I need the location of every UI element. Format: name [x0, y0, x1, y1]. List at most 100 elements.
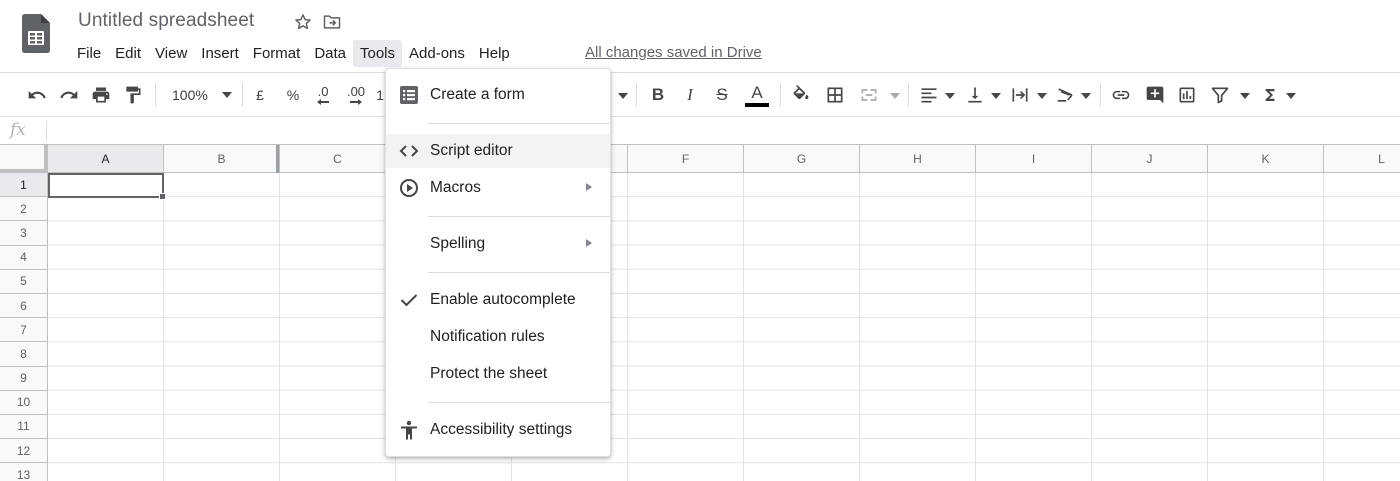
menu-view[interactable]: View	[148, 40, 194, 67]
menu-item-enable-autocomplete[interactable]: Enable autocomplete	[386, 283, 610, 317]
menu-item-label: Protect the sheet	[430, 365, 548, 382]
chevron-down-icon[interactable]	[890, 93, 900, 99]
filter-icon[interactable]	[1208, 81, 1232, 109]
sheets-logo-icon[interactable]	[22, 14, 50, 53]
chevron-down-icon[interactable]	[1081, 93, 1091, 99]
currency-format-button[interactable]: £	[249, 81, 271, 109]
column-header[interactable]: K	[1208, 145, 1324, 173]
toolbar-divider	[155, 83, 156, 107]
menu-item-accessibility-settings[interactable]: Accessibility settings	[386, 413, 610, 447]
borders-icon[interactable]	[822, 81, 848, 109]
arrow-left-icon	[317, 99, 329, 105]
cell-area[interactable]	[48, 173, 1400, 481]
column-header[interactable]: L	[1324, 145, 1400, 173]
row-headers: 1 2 3 4 5 6 7 8 9 10 11 12 13	[0, 173, 48, 481]
menu-item-label: Notification rules	[430, 328, 545, 345]
menu-item-protect-sheet[interactable]: Protect the sheet	[386, 357, 610, 391]
chevron-down-icon[interactable]	[1286, 93, 1296, 99]
menu-item-create-form[interactable]: Create a form	[386, 78, 610, 112]
play-circle-icon	[399, 178, 419, 198]
select-all-corner[interactable]	[0, 145, 48, 173]
fill-handle[interactable]	[159, 193, 166, 200]
decrease-decimals-button[interactable]: .0	[310, 81, 336, 109]
saved-status-link[interactable]: All changes saved in Drive	[585, 44, 762, 61]
row-header[interactable]: 1	[0, 173, 48, 198]
chevron-down-icon[interactable]	[945, 93, 955, 99]
row-header[interactable]: 13	[0, 463, 48, 481]
redo-icon[interactable]	[56, 81, 82, 109]
paint-format-icon[interactable]	[120, 81, 146, 109]
forms-icon	[399, 85, 419, 105]
menu-item-notification-rules[interactable]: Notification rules	[386, 320, 610, 354]
menu-edit[interactable]: Edit	[108, 40, 148, 67]
align-left-icon[interactable]	[918, 81, 940, 109]
menu-format[interactable]: Format	[246, 40, 308, 67]
column-header[interactable]: A	[48, 145, 164, 173]
column-freeze-handle[interactable]	[276, 145, 279, 173]
menu-file[interactable]: File	[70, 40, 108, 67]
chart-icon[interactable]	[1174, 81, 1200, 109]
menu-tools[interactable]: Tools	[353, 39, 403, 67]
menu-item-label: Script editor	[430, 142, 513, 159]
text-color-button[interactable]: A	[743, 81, 771, 109]
row-header[interactable]: 7	[0, 318, 48, 343]
merge-cells-icon[interactable]	[856, 81, 882, 109]
row-header[interactable]: 10	[0, 390, 48, 415]
undo-icon[interactable]	[24, 81, 50, 109]
text-color-swatch	[745, 102, 769, 107]
chevron-down-icon[interactable]	[991, 93, 1001, 99]
column-header[interactable]: G	[744, 145, 860, 173]
print-icon[interactable]	[88, 81, 114, 109]
row-header[interactable]: 12	[0, 439, 48, 464]
column-header[interactable]: B	[164, 145, 280, 173]
row-header[interactable]: 9	[0, 366, 48, 391]
text-wrap-icon[interactable]	[1008, 81, 1032, 109]
menu-help[interactable]: Help	[472, 40, 517, 67]
chevron-down-icon[interactable]	[1240, 93, 1250, 99]
star-icon[interactable]	[293, 12, 315, 34]
link-icon[interactable]	[1108, 81, 1134, 109]
row-header[interactable]: 4	[0, 245, 48, 270]
increase-decimals-button[interactable]: .00	[342, 81, 370, 109]
menu-insert[interactable]: Insert	[194, 40, 246, 67]
chevron-down-icon[interactable]	[618, 93, 628, 99]
menu-item-script-editor[interactable]: Script editor	[386, 134, 610, 168]
text-rotate-icon[interactable]	[1054, 81, 1080, 109]
row-header[interactable]: 3	[0, 221, 48, 246]
active-cell-a1[interactable]	[48, 173, 164, 198]
document-title[interactable]: Untitled spreadsheet	[78, 10, 254, 32]
column-header[interactable]: J	[1092, 145, 1208, 173]
bold-button[interactable]: B	[646, 81, 670, 109]
percent-format-button[interactable]: %	[282, 81, 304, 109]
chevron-down-icon[interactable]	[1037, 93, 1047, 99]
formula-divider	[46, 121, 47, 141]
fill-color-icon[interactable]	[788, 81, 814, 109]
menu-item-macros[interactable]: Macros	[386, 171, 610, 205]
row-header[interactable]: 5	[0, 269, 48, 294]
toolbar-divider	[242, 83, 243, 107]
column-header[interactable]: C	[280, 145, 396, 173]
checkmark-icon	[399, 290, 419, 310]
column-header[interactable]: I	[976, 145, 1092, 173]
menu-addons[interactable]: Add-ons	[402, 40, 472, 67]
row-header[interactable]: 6	[0, 293, 48, 319]
comment-icon[interactable]	[1142, 81, 1168, 109]
italic-button[interactable]: I	[678, 81, 702, 109]
row-header[interactable]: 11	[0, 414, 48, 440]
row-header[interactable]: 8	[0, 342, 48, 367]
formula-bar: fx	[0, 117, 1400, 145]
row-header[interactable]: 2	[0, 197, 48, 222]
move-to-folder-icon[interactable]	[322, 12, 344, 34]
menu-separator	[428, 402, 610, 403]
formula-input[interactable]	[52, 121, 1392, 141]
menu-data[interactable]: Data	[307, 40, 353, 67]
menu-item-spelling[interactable]: Spelling	[386, 227, 610, 261]
column-header[interactable]: F	[628, 145, 744, 173]
toolbar-divider	[908, 83, 909, 107]
strikethrough-button[interactable]: S	[710, 81, 734, 109]
column-header[interactable]: H	[860, 145, 976, 173]
valign-bottom-icon[interactable]	[964, 81, 986, 109]
zoom-select[interactable]: 100%	[166, 81, 236, 109]
functions-icon[interactable]	[1258, 81, 1282, 109]
decrease-decimals-label: .0	[317, 84, 329, 99]
